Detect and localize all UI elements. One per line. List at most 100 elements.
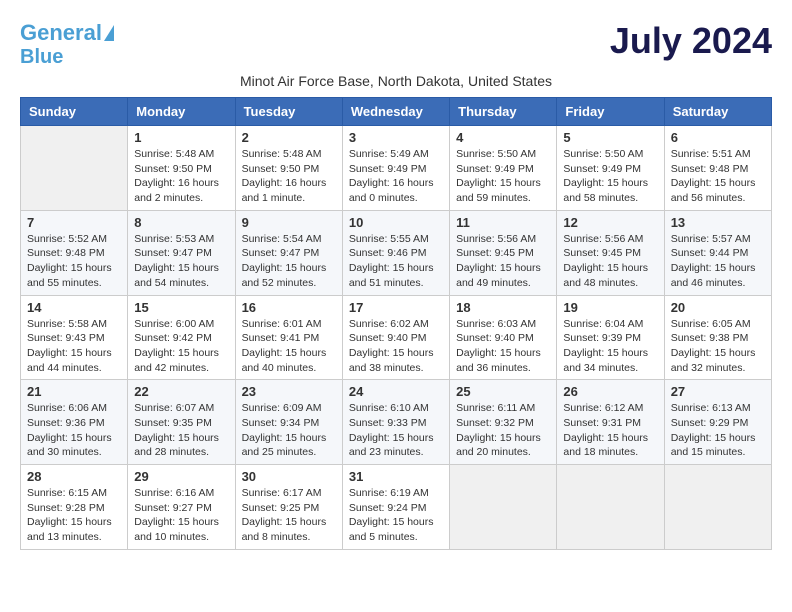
day-info: Sunrise: 6:03 AMSunset: 9:40 PMDaylight:… <box>456 317 550 376</box>
calendar-cell <box>664 465 771 550</box>
day-info: Sunrise: 5:54 AMSunset: 9:47 PMDaylight:… <box>242 232 336 291</box>
day-info: Sunrise: 6:12 AMSunset: 9:31 PMDaylight:… <box>563 401 657 460</box>
calendar-cell: 28 Sunrise: 6:15 AMSunset: 9:28 PMDayligh… <box>21 465 128 550</box>
day-number: 14 <box>27 300 121 315</box>
day-info: Sunrise: 6:15 AMSunset: 9:28 PMDaylight:… <box>27 486 121 545</box>
day-number: 2 <box>242 130 336 145</box>
day-number: 11 <box>456 215 550 230</box>
calendar-cell: 17 Sunrise: 6:02 AMSunset: 9:40 PMDayligh… <box>342 295 449 380</box>
calendar-cell: 23 Sunrise: 6:09 AMSunset: 9:34 PMDayligh… <box>235 380 342 465</box>
logo: General Blue <box>20 20 114 69</box>
calendar-cell: 10 Sunrise: 5:55 AMSunset: 9:46 PMDayligh… <box>342 210 449 295</box>
day-info: Sunrise: 5:52 AMSunset: 9:48 PMDaylight:… <box>27 232 121 291</box>
logo-general: General <box>20 20 102 45</box>
calendar-cell: 30 Sunrise: 6:17 AMSunset: 9:25 PMDayligh… <box>235 465 342 550</box>
day-info: Sunrise: 6:17 AMSunset: 9:25 PMDaylight:… <box>242 486 336 545</box>
calendar-cell: 26 Sunrise: 6:12 AMSunset: 9:31 PMDayligh… <box>557 380 664 465</box>
day-number: 5 <box>563 130 657 145</box>
column-header-friday: Friday <box>557 98 664 126</box>
calendar-cell: 4 Sunrise: 5:50 AMSunset: 9:49 PMDaylight… <box>450 126 557 211</box>
day-number: 21 <box>27 384 121 399</box>
calendar-cell: 8Sunrise: 5:53 AMSunset: 9:47 PMDaylight… <box>128 210 235 295</box>
calendar-cell: 29 Sunrise: 6:16 AMSunset: 9:27 PMDayligh… <box>128 465 235 550</box>
day-number: 18 <box>456 300 550 315</box>
calendar-cell: 14 Sunrise: 5:58 AMSunset: 9:43 PMDayligh… <box>21 295 128 380</box>
day-number: 25 <box>456 384 550 399</box>
calendar-cell: 16 Sunrise: 6:01 AMSunset: 9:41 PMDayligh… <box>235 295 342 380</box>
day-info: Sunrise: 6:07 AMSunset: 9:35 PMDaylight:… <box>134 401 228 460</box>
calendar-header-row: SundayMondayTuesdayWednesdayThursdayFrid… <box>21 98 772 126</box>
day-info: Sunrise: 6:02 AMSunset: 9:40 PMDaylight:… <box>349 317 443 376</box>
calendar-cell: 2 Sunrise: 5:48 AMSunset: 9:50 PMDaylight… <box>235 126 342 211</box>
day-info: Sunrise: 5:50 AMSunset: 9:49 PMDaylight:… <box>456 147 550 206</box>
calendar-cell <box>21 126 128 211</box>
day-number: 19 <box>563 300 657 315</box>
calendar-cell: 18 Sunrise: 6:03 AMSunset: 9:40 PMDayligh… <box>450 295 557 380</box>
column-header-saturday: Saturday <box>664 98 771 126</box>
calendar-cell: 20 Sunrise: 6:05 AMSunset: 9:38 PMDayligh… <box>664 295 771 380</box>
day-number: 28 <box>27 469 121 484</box>
day-number: 4 <box>456 130 550 145</box>
day-info: Sunrise: 6:00 AMSunset: 9:42 PMDaylight:… <box>134 317 228 376</box>
calendar-cell: 5Sunrise: 5:50 AMSunset: 9:49 PMDaylight… <box>557 126 664 211</box>
day-number: 15 <box>134 300 228 315</box>
calendar-cell <box>450 465 557 550</box>
calendar-cell: 24Sunrise: 6:10 AMSunset: 9:33 PMDayligh… <box>342 380 449 465</box>
calendar-table: SundayMondayTuesdayWednesdayThursdayFrid… <box>20 97 772 550</box>
calendar-cell: 21 Sunrise: 6:06 AMSunset: 9:36 PMDayligh… <box>21 380 128 465</box>
day-number: 29 <box>134 469 228 484</box>
logo-triangle-icon <box>104 25 114 41</box>
calendar-cell: 22 Sunrise: 6:07 AMSunset: 9:35 PMDayligh… <box>128 380 235 465</box>
month-title: July 2024 <box>610 20 772 62</box>
day-info: Sunrise: 6:04 AMSunset: 9:39 PMDaylight:… <box>563 317 657 376</box>
day-info: Sunrise: 6:13 AMSunset: 9:29 PMDaylight:… <box>671 401 765 460</box>
day-info: Sunrise: 6:06 AMSunset: 9:36 PMDaylight:… <box>27 401 121 460</box>
day-info: Sunrise: 5:58 AMSunset: 9:43 PMDaylight:… <box>27 317 121 376</box>
calendar-cell: 7 Sunrise: 5:52 AMSunset: 9:48 PMDaylight… <box>21 210 128 295</box>
calendar-subtitle: Minot Air Force Base, North Dakota, Unit… <box>20 73 772 89</box>
calendar-cell: 12Sunrise: 5:56 AMSunset: 9:45 PMDayligh… <box>557 210 664 295</box>
day-number: 1 <box>134 130 228 145</box>
day-info: Sunrise: 6:19 AMSunset: 9:24 PMDaylight:… <box>349 486 443 545</box>
day-number: 3 <box>349 130 443 145</box>
day-number: 23 <box>242 384 336 399</box>
day-number: 9 <box>242 215 336 230</box>
column-header-wednesday: Wednesday <box>342 98 449 126</box>
day-info: Sunrise: 6:16 AMSunset: 9:27 PMDaylight:… <box>134 486 228 545</box>
page-header: General Blue July 2024 <box>20 20 772 69</box>
day-number: 10 <box>349 215 443 230</box>
day-number: 13 <box>671 215 765 230</box>
day-number: 30 <box>242 469 336 484</box>
calendar-week-row: 14 Sunrise: 5:58 AMSunset: 9:43 PMDayligh… <box>21 295 772 380</box>
day-number: 26 <box>563 384 657 399</box>
day-info: Sunrise: 5:55 AMSunset: 9:46 PMDaylight:… <box>349 232 443 291</box>
day-number: 8 <box>134 215 228 230</box>
day-number: 27 <box>671 384 765 399</box>
calendar-cell: 19 Sunrise: 6:04 AMSunset: 9:39 PMDayligh… <box>557 295 664 380</box>
calendar-cell: 11 Sunrise: 5:56 AMSunset: 9:45 PMDayligh… <box>450 210 557 295</box>
day-info: Sunrise: 5:51 AMSunset: 9:48 PMDaylight:… <box>671 147 765 206</box>
day-info: Sunrise: 5:49 AMSunset: 9:49 PMDaylight:… <box>349 147 443 206</box>
day-number: 22 <box>134 384 228 399</box>
day-info: Sunrise: 6:01 AMSunset: 9:41 PMDaylight:… <box>242 317 336 376</box>
calendar-cell <box>557 465 664 550</box>
column-header-thursday: Thursday <box>450 98 557 126</box>
day-number: 12 <box>563 215 657 230</box>
day-number: 20 <box>671 300 765 315</box>
calendar-cell: 6Sunrise: 5:51 AMSunset: 9:48 PMDaylight… <box>664 126 771 211</box>
day-number: 17 <box>349 300 443 315</box>
day-info: Sunrise: 5:56 AMSunset: 9:45 PMDaylight:… <box>456 232 550 291</box>
column-header-sunday: Sunday <box>21 98 128 126</box>
day-number: 7 <box>27 215 121 230</box>
calendar-cell: 31Sunrise: 6:19 AMSunset: 9:24 PMDayligh… <box>342 465 449 550</box>
calendar-cell: 25Sunrise: 6:11 AMSunset: 9:32 PMDayligh… <box>450 380 557 465</box>
day-info: Sunrise: 5:48 AMSunset: 9:50 PMDaylight:… <box>242 147 336 206</box>
calendar-week-row: 7 Sunrise: 5:52 AMSunset: 9:48 PMDaylight… <box>21 210 772 295</box>
day-number: 16 <box>242 300 336 315</box>
column-header-tuesday: Tuesday <box>235 98 342 126</box>
day-info: Sunrise: 6:09 AMSunset: 9:34 PMDaylight:… <box>242 401 336 460</box>
logo-blue: Blue <box>20 46 63 69</box>
calendar-cell: 13Sunrise: 5:57 AMSunset: 9:44 PMDayligh… <box>664 210 771 295</box>
day-info: Sunrise: 6:05 AMSunset: 9:38 PMDaylight:… <box>671 317 765 376</box>
day-number: 24 <box>349 384 443 399</box>
